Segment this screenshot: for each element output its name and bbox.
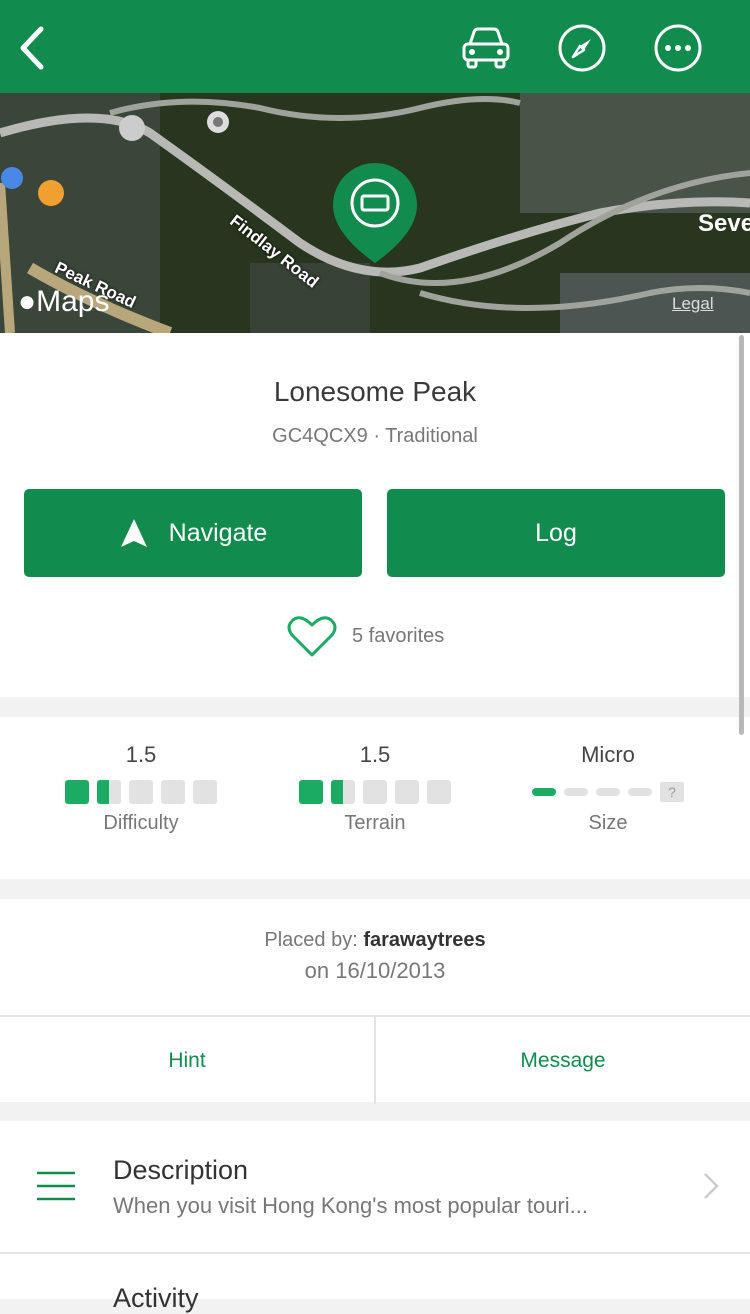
maps-logo: ●Maps [18, 285, 110, 318]
level-box [129, 780, 153, 804]
divider [0, 1252, 750, 1254]
owner-name[interactable]: farawaytrees [363, 929, 485, 951]
legal-link[interactable]: Legal [672, 294, 714, 314]
level-box [161, 780, 185, 804]
cache-code-type: GC4QCX9 · Traditional [272, 425, 478, 447]
more-options-button[interactable] [652, 22, 704, 74]
size-rating: Micro ? Size [508, 742, 708, 835]
placed-date: on 16/10/2013 [304, 958, 446, 983]
back-button[interactable] [10, 22, 54, 74]
size-bar [564, 788, 588, 796]
navigation-arrow-icon [120, 519, 147, 547]
size-bar [628, 788, 652, 796]
heart-icon [287, 616, 337, 657]
description-preview: When you visit Hong Kong's most popular … [113, 1193, 588, 1218]
more-icon [654, 24, 702, 72]
level-box [363, 780, 387, 804]
favorites[interactable]: 5 favorites [286, 612, 444, 660]
difficulty-rating: 1.5 Difficulty [41, 742, 241, 835]
size-bar [596, 788, 620, 796]
level-box [395, 780, 419, 804]
map-place-label: Seve [698, 210, 750, 237]
chevron-right-icon [704, 1173, 719, 1199]
cache-title: Lonesome Peak [273, 376, 477, 407]
level-box [97, 780, 121, 804]
level-box [193, 780, 217, 804]
level-box [299, 780, 323, 804]
hint-message-row: Hint Message [0, 1015, 750, 1104]
terrain-rating: 1.5 Terrain [275, 742, 475, 835]
level-box [65, 780, 89, 804]
apple-logo-icon: ● [18, 285, 37, 318]
log-button[interactable]: Log [387, 489, 725, 577]
menu-lines-icon [37, 1171, 75, 1201]
driving-directions-button[interactable] [456, 22, 516, 74]
car-icon [462, 27, 510, 69]
level-box [427, 780, 451, 804]
difficulty-meter [41, 780, 241, 804]
navigate-button[interactable]: Navigate [24, 489, 362, 577]
level-box [331, 780, 355, 804]
message-button[interactable]: Message [376, 1017, 750, 1104]
compass-button[interactable] [556, 22, 608, 74]
placed-by: Placed by: farawaytrees [264, 929, 486, 951]
size-meter: ? [508, 780, 708, 804]
compass-icon [558, 24, 606, 72]
hint-button[interactable]: Hint [0, 1017, 376, 1104]
favorites-count: 5 favorites [352, 624, 445, 647]
map-view[interactable]: Findlay Road Peak Road [0, 93, 750, 333]
scrollbar[interactable] [739, 335, 744, 735]
chevron-left-icon [20, 26, 44, 70]
description-title: Description [113, 1155, 249, 1185]
top-bar [0, 0, 750, 93]
size-unknown-box: ? [660, 782, 684, 802]
size-bar [532, 788, 556, 796]
terrain-meter [275, 780, 475, 804]
